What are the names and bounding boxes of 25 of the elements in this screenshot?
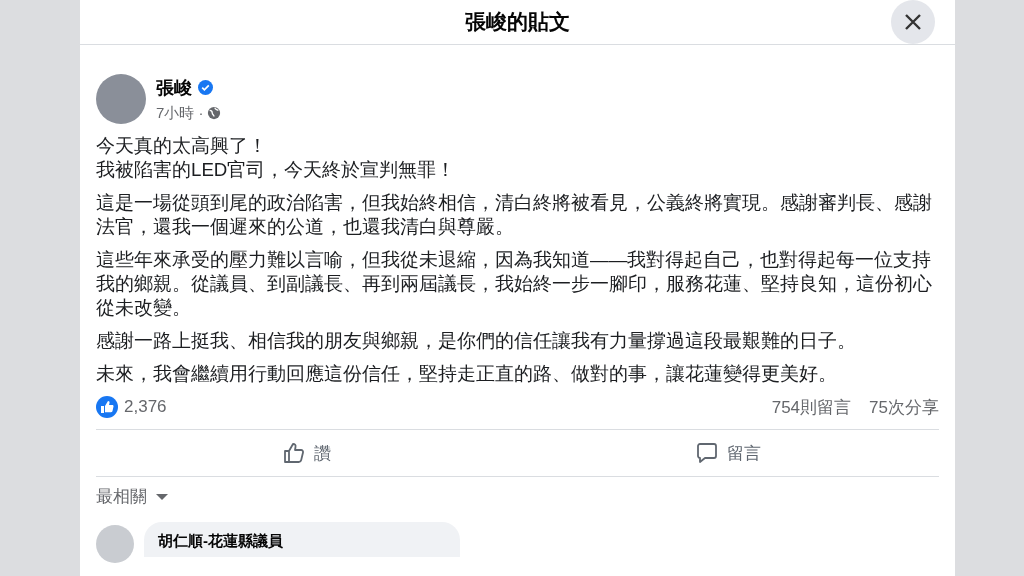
close-button[interactable]	[891, 0, 935, 44]
like-button[interactable]: 讚	[96, 430, 518, 476]
dialog-title: 張峻的貼文	[465, 9, 570, 35]
close-icon	[904, 13, 922, 31]
globe-icon	[206, 106, 221, 120]
avatar	[96, 525, 134, 563]
reaction-count[interactable]: 2,376	[124, 397, 167, 417]
post-text-line: 我被陷害的LED官司，今天終於宣判無罪！	[96, 158, 457, 182]
like-reaction-icon	[96, 396, 118, 418]
post-text-line: 今天真的太高興了！	[96, 134, 268, 158]
thumbs-up-icon	[282, 441, 307, 465]
profile-photo	[96, 74, 146, 124]
speech-bubble-icon	[695, 441, 720, 465]
comment-count[interactable]: 754則留言	[771, 395, 852, 419]
post-text-line: 這些年來承受的壓力難以言喻，但我從未退縮，因為我知道——我對得起自己，也對得起每一位支持我的鄉親。從議員、到副議長、再到兩屆議長，我始終一步一腳印，服務花蓮、堅持良知，這份初心從未改變。	[96, 248, 933, 320]
author-name[interactable]: 張峻	[156, 75, 192, 100]
dropdown-caret-icon	[155, 492, 169, 501]
post-text-line: 未來，我會繼續用行動回應這份信任，堅持走正直的路、做對的事，讓花蓮變得更美好。	[96, 362, 838, 386]
post-text-line: 這是一場從頭到尾的政治陷害，但我始終相信，清白終將被看見，公義終將實現。感謝審判長、感謝法官，還我一個遲來的公道，也還我清白與尊嚴。	[96, 191, 933, 239]
commenter-name[interactable]: 胡仁順-花蓮縣議員	[158, 532, 283, 549]
post-time[interactable]: 7小時 ·	[156, 103, 204, 123]
share-count[interactable]: 75次分享	[869, 395, 939, 419]
comment-button[interactable]: 留言	[517, 430, 939, 476]
sort-label[interactable]: 最相關	[96, 485, 147, 508]
post-text-line: 感謝一路上挺我、相信我的朋友與鄉親，是你們的信任讓我有力量撐過這段最艱難的日子。	[96, 329, 857, 353]
